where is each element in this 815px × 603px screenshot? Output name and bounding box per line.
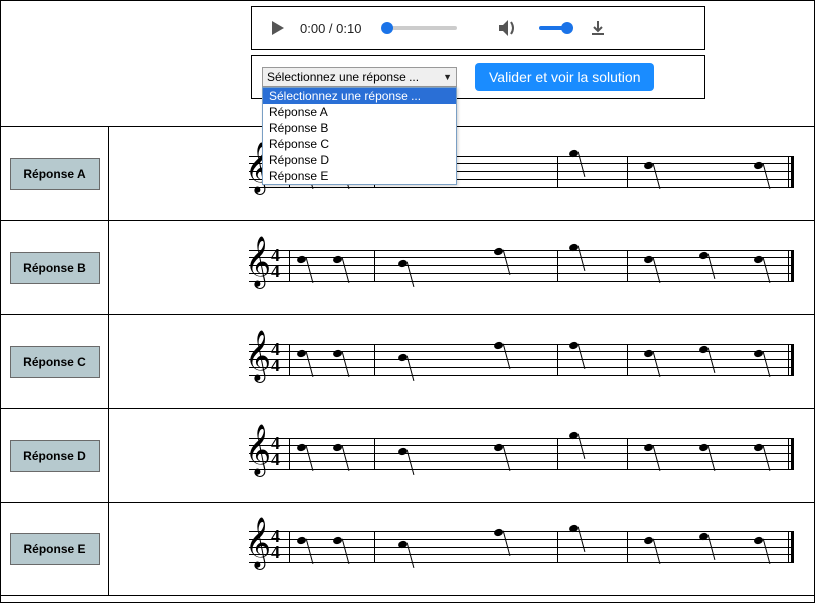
music-cell: 𝄞44 (109, 127, 814, 220)
option-e[interactable]: Réponse E (263, 168, 456, 184)
music-cell: 𝄞44 (109, 409, 814, 502)
barline (627, 438, 628, 470)
response-row: Réponse D 𝄞44 (1, 408, 814, 502)
response-label: Réponse E (10, 533, 100, 565)
time-signature: 44 (271, 247, 280, 279)
barline (627, 156, 628, 188)
label-cell: Réponse D (1, 409, 109, 502)
barline (374, 438, 375, 470)
barline (557, 531, 558, 563)
final-barline (788, 344, 794, 376)
volume-thumb[interactable] (561, 22, 573, 34)
response-row: Réponse C 𝄞44 (1, 314, 814, 408)
time-signature: 44 (271, 528, 280, 560)
option-d[interactable]: Réponse D (263, 152, 456, 168)
music-staff: 𝄞44 (229, 433, 794, 479)
response-label: Réponse B (10, 252, 100, 284)
barline (627, 344, 628, 376)
response-label: Réponse D (10, 440, 100, 472)
treble-clef-icon: 𝄞 (245, 333, 271, 379)
seek-slider[interactable] (387, 26, 457, 30)
music-cell: 𝄞44 (109, 503, 814, 595)
music-cell: 𝄞44 (109, 315, 814, 408)
treble-clef-icon: 𝄞 (245, 427, 271, 473)
response-row: Réponse B 𝄞44 (1, 220, 814, 314)
response-row: Réponse E 𝄞44 (1, 502, 814, 596)
barline (627, 250, 628, 282)
final-barline (788, 438, 794, 470)
music-cell: 𝄞44 (109, 221, 814, 314)
label-cell: Réponse B (1, 221, 109, 314)
audio-time: 0:00 / 0:10 (300, 21, 361, 36)
option-b[interactable]: Réponse B (263, 120, 456, 136)
validate-button[interactable]: Valider et voir la solution (475, 63, 654, 91)
barline (627, 531, 628, 563)
barline (289, 344, 290, 376)
response-label: Réponse A (10, 158, 100, 190)
response-select[interactable]: Sélectionnez une réponse ... ▼ (262, 67, 457, 87)
barline (289, 250, 290, 282)
barline (289, 438, 290, 470)
barline (557, 250, 558, 282)
audio-player: 0:00 / 0:10 (251, 6, 705, 50)
option-a[interactable]: Réponse A (263, 104, 456, 120)
staff-lines (249, 344, 794, 376)
select-value: Sélectionnez une réponse ... (267, 70, 419, 84)
response-dropdown: Sélectionnez une réponse ... Réponse A R… (262, 87, 457, 185)
app-frame: 0:00 / 0:10 Sélectionnez une réponse ...… (0, 0, 815, 603)
barline (374, 531, 375, 563)
option-placeholder[interactable]: Sélectionnez une réponse ... (263, 88, 456, 104)
seek-thumb[interactable] (381, 22, 393, 34)
barline (374, 250, 375, 282)
label-cell: Réponse A (1, 127, 109, 220)
music-staff: 𝄞44 (229, 526, 794, 572)
volume-icon[interactable] (497, 18, 519, 38)
response-rows: Réponse A𝄞44Réponse B𝄞44Réponse C𝄞44Répo… (1, 126, 814, 596)
barline (557, 156, 558, 188)
barline (557, 344, 558, 376)
response-select-wrap: Sélectionnez une réponse ... ▼ Sélection… (262, 67, 457, 87)
music-staff: 𝄞44 (229, 245, 794, 291)
staff-lines (249, 250, 794, 282)
barline (557, 438, 558, 470)
response-label: Réponse C (10, 346, 100, 378)
label-cell: Réponse C (1, 315, 109, 408)
control-bar: Sélectionnez une réponse ... ▼ Sélection… (251, 55, 705, 99)
time-signature: 44 (271, 435, 280, 467)
final-barline (788, 531, 794, 563)
play-icon[interactable] (272, 21, 284, 35)
option-c[interactable]: Réponse C (263, 136, 456, 152)
final-barline (788, 250, 794, 282)
time-signature: 44 (271, 341, 280, 373)
treble-clef-icon: 𝄞 (245, 520, 271, 566)
final-barline (788, 156, 794, 188)
label-cell: Réponse E (1, 503, 109, 595)
download-icon[interactable] (589, 19, 607, 37)
chevron-down-icon: ▼ (443, 72, 452, 82)
barline (374, 344, 375, 376)
barline (289, 531, 290, 563)
volume-slider[interactable] (539, 26, 569, 30)
treble-clef-icon: 𝄞 (245, 239, 271, 285)
music-staff: 𝄞44 (229, 339, 794, 385)
